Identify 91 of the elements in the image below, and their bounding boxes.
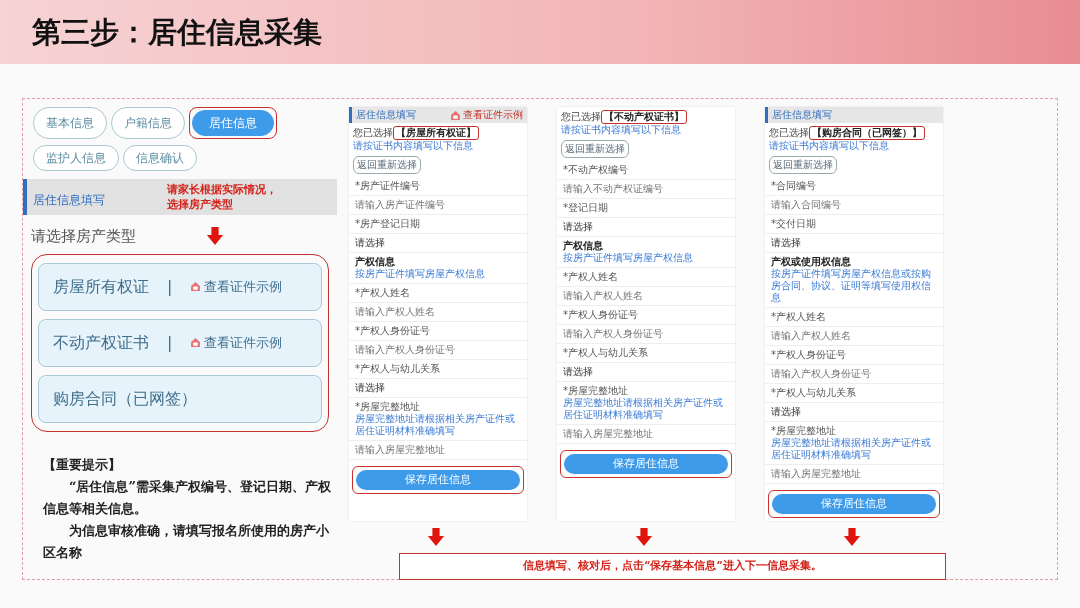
separator: | <box>167 275 173 298</box>
select-field[interactable]: 请选择 <box>557 218 735 237</box>
tab[interactable]: 信息确认 <box>123 145 197 171</box>
select-field[interactable]: 请选择 <box>349 379 527 398</box>
selected-type: 【购房合同（已网签）】 <box>809 126 925 140</box>
prompt-text: 请选择房产类型 <box>31 226 136 247</box>
field-label: *交付日期 <box>771 218 817 230</box>
save-button[interactable]: 保存居住信息 <box>564 454 728 474</box>
field-label: *产权人与幼儿关系 <box>355 363 441 375</box>
back-button[interactable]: 返回重新选择 <box>561 140 629 158</box>
select-field[interactable]: 请选择 <box>349 234 527 253</box>
slide-title: 第三步：居住信息采集 <box>32 14 322 50</box>
save-button[interactable]: 保存居住信息 <box>772 494 936 514</box>
select-field[interactable]: 请选择 <box>765 403 943 422</box>
field-label: *房产登记日期 <box>355 218 421 230</box>
tab[interactable]: 监护人信息 <box>33 145 119 171</box>
option-label: 房屋所有权证 <box>53 275 149 298</box>
house-icon <box>190 281 202 292</box>
selected-label: 您已选择 <box>353 127 393 138</box>
separator: | <box>167 331 173 354</box>
field-label: *合同编号 <box>771 180 817 192</box>
section-title: 产权或使用权信息 <box>771 256 852 268</box>
property-type-option[interactable]: 房屋所有权证 | 查看证件示例 <box>38 262 322 311</box>
input-field[interactable]: 请输入房屋完整地址 <box>349 441 527 460</box>
field-label: *产权人身份证号 <box>563 309 639 321</box>
field-label: *房产证件编号 <box>355 180 421 192</box>
field-label: *房屋完整地址 <box>563 385 629 397</box>
field-note: 房屋完整地址请根据相关房产证件或居住证明材料准确填写 <box>771 437 932 461</box>
field-note: 房屋完整地址请根据相关房产证件或居住证明材料准确填写 <box>355 413 516 437</box>
notes-paragraph: “居住信息”需采集产权编号、登记日期、产权信息等相关信息。 <box>43 477 332 518</box>
section-note: 按房产证件填写房屋产权信息 <box>563 252 694 264</box>
field-label: *产权人身份证号 <box>771 349 847 361</box>
option-label: 购房合同（已网签） <box>53 387 197 410</box>
section-note: 按房产证件填写房屋产权信息或按购房合同、协议、证明等填写使用权信息 <box>771 268 932 304</box>
section-note: 按房产证件填写房屋产权信息 <box>355 268 486 280</box>
field-label: *产权人姓名 <box>771 311 827 323</box>
back-button[interactable]: 返回重新选择 <box>353 156 421 174</box>
notes-title: 【重要提示】 <box>43 455 122 474</box>
down-arrow-icon <box>843 527 861 547</box>
save-button[interactable]: 保存居住信息 <box>356 470 520 490</box>
field-label: *产权人姓名 <box>355 287 411 299</box>
house-icon <box>190 337 202 348</box>
tab[interactable]: 居住信息 <box>192 110 274 136</box>
input-field[interactable]: 请输入不动产权证编号 <box>557 180 735 199</box>
option-label: 不动产权证书 <box>53 331 149 354</box>
property-type-option[interactable]: 购房合同（已网签） <box>38 374 322 423</box>
section-title: 居住信息填写 <box>33 192 105 209</box>
form-header-title: 居住信息填写 <box>772 109 832 121</box>
select-field[interactable]: 请选择 <box>765 234 943 253</box>
field-label: *产权人身份证号 <box>355 325 431 337</box>
input-field[interactable]: 请输入房屋完整地址 <box>765 465 943 484</box>
form-header-title: 居住信息填写 <box>356 109 416 121</box>
field-label: *不动产权编号 <box>563 164 629 176</box>
selected-label: 您已选择 <box>769 127 809 138</box>
input-field[interactable]: 请输入合同编号 <box>765 196 943 215</box>
field-label: *房屋完整地址 <box>771 425 837 437</box>
selected-type: 【不动产权证书】 <box>601 110 687 124</box>
tab[interactable]: 基本信息 <box>33 107 107 139</box>
example-link[interactable]: 查看证件示例 <box>450 109 523 121</box>
field-label: *登记日期 <box>563 202 609 214</box>
input-field[interactable]: 请输入房产证件编号 <box>349 196 527 215</box>
property-type-option[interactable]: 不动产权证书 | 查看证件示例 <box>38 318 322 367</box>
input-field[interactable]: 请输入产权人姓名 <box>349 303 527 322</box>
selected-type: 【房屋所有权证】 <box>393 126 479 140</box>
field-note: 房屋完整地址请根据相关房产证件或居住证明材料准确填写 <box>563 397 724 421</box>
hint-text: 请按证书内容填写以下信息 <box>769 140 890 152</box>
selected-label: 您已选择 <box>561 111 601 122</box>
tab[interactable]: 户籍信息 <box>111 107 185 139</box>
input-field[interactable]: 请输入产权人身份证号 <box>765 365 943 384</box>
annotation-text: 请家长根据实际情况， 选择房产类型 <box>167 182 277 212</box>
down-arrow-icon <box>635 527 653 547</box>
notes-paragraph: 为信息审核准确，请填写报名所使用的房产小区名称 <box>43 521 330 562</box>
down-arrow-icon <box>427 527 445 547</box>
hint-text: 请按证书内容填写以下信息 <box>561 124 682 136</box>
input-field[interactable]: 请输入产权人身份证号 <box>349 341 527 360</box>
instruction-note: 信息填写、核对后，点击“保存基本信息”进入下一信息采集。 <box>399 553 946 580</box>
field-label: *产权人与幼儿关系 <box>563 347 649 359</box>
section-title: 产权信息 <box>563 240 604 252</box>
back-button[interactable]: 返回重新选择 <box>769 156 837 174</box>
hint-text: 请按证书内容填写以下信息 <box>353 140 474 152</box>
house-icon <box>450 109 461 121</box>
input-field[interactable]: 请输入产权人姓名 <box>557 287 735 306</box>
down-arrow-icon <box>206 226 224 247</box>
input-field[interactable]: 请输入产权人姓名 <box>765 327 943 346</box>
field-label: *产权人与幼儿关系 <box>771 387 857 399</box>
field-label: *产权人姓名 <box>563 271 619 283</box>
section-title: 产权信息 <box>355 256 396 268</box>
select-field[interactable]: 请选择 <box>557 363 735 382</box>
field-label: *房屋完整地址 <box>355 401 421 413</box>
input-field[interactable]: 请输入产权人身份证号 <box>557 325 735 344</box>
input-field[interactable]: 请输入房屋完整地址 <box>557 425 735 444</box>
